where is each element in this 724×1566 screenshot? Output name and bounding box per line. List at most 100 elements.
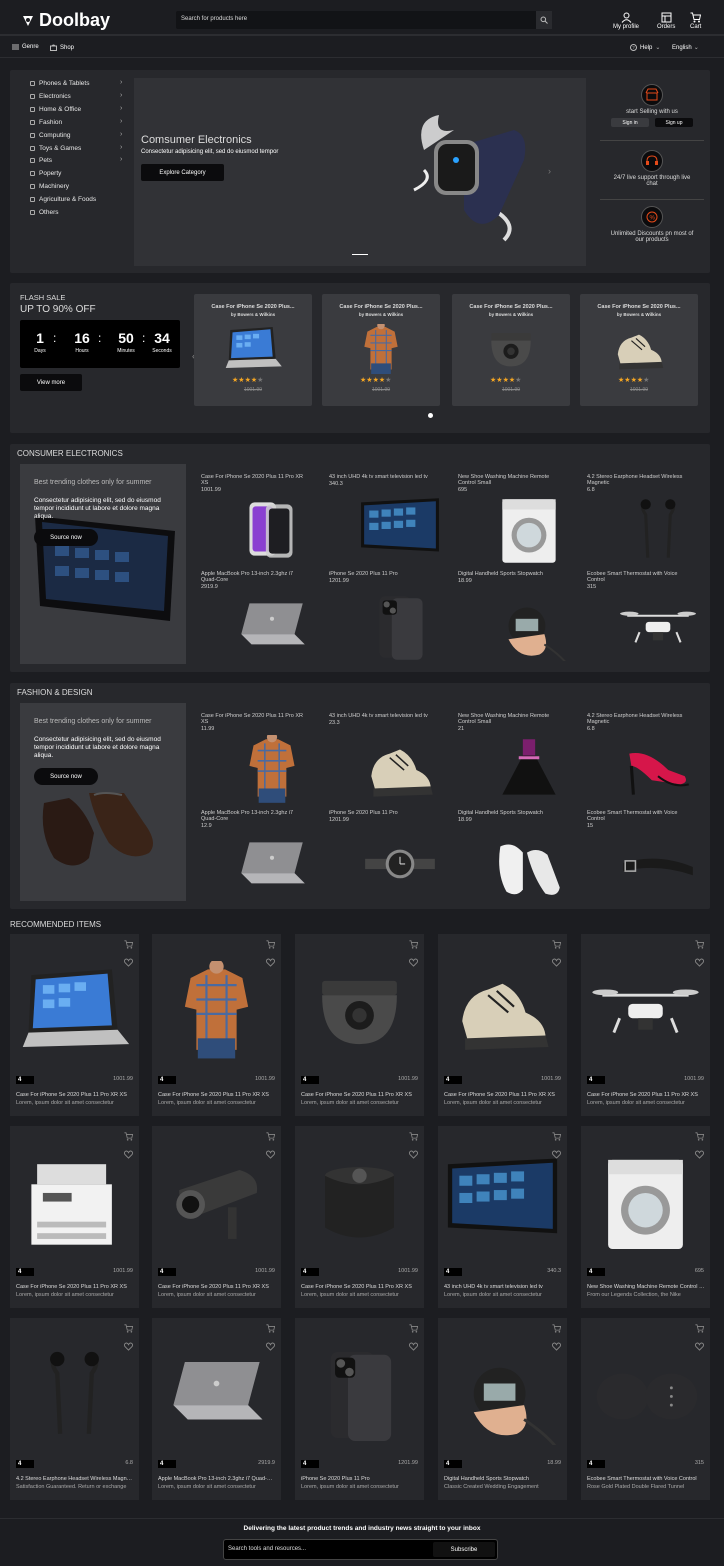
recommended-card[interactable]: 4 18.99 Digital Handheld Sports Stopwatch C…: [438, 1318, 567, 1500]
product-price: 1001.99: [255, 1268, 275, 1274]
search-input[interactable]: Search for products here: [176, 11, 552, 29]
product-tile[interactable]: 43 inch UHD 4k tv smart television led t…: [329, 474, 451, 564]
flash-card-title: Case For iPhone Se 2020 Plus...: [211, 304, 295, 310]
product-tile[interactable]: Case For iPhone Se 2020 Plus 11 Pro XR X…: [201, 713, 323, 803]
recommended-card[interactable]: 4 1001.99 Case For iPhone Se 2020 Plus 11 …: [10, 934, 139, 1116]
carousel-dot[interactable]: [428, 413, 433, 418]
add-to-cart-button[interactable]: [409, 1132, 418, 1141]
flash-product-card[interactable]: Case For iPhone Se 2020 Plus... by Bowers…: [194, 294, 312, 406]
product-tile[interactable]: Case For iPhone Se 2020 Plus 11 Pro XR X…: [201, 474, 323, 564]
category-item[interactable]: Electronics: [30, 93, 71, 100]
product-tile[interactable]: New Shoe Washing Machine Remote Control …: [458, 474, 580, 564]
product-tile[interactable]: iPhone Se 2020 Plus 11 Pro 1201.99: [329, 571, 451, 661]
category-label: Fashion: [39, 118, 63, 126]
add-to-cart-button[interactable]: [124, 1132, 133, 1141]
recommended-card[interactable]: 4 1001.99 Case For iPhone Se 2020 Plus 11 …: [152, 934, 281, 1116]
recommended-card[interactable]: 4 1001.99 Case For iPhone Se 2020 Plus 11 …: [10, 1126, 139, 1308]
category-item[interactable]: Agriculture & Foods: [30, 196, 96, 203]
sign-in-button[interactable]: Sign in: [611, 118, 649, 127]
product-tile[interactable]: 43 inch UHD 4k tv smart television led t…: [329, 713, 451, 803]
add-to-cart-button[interactable]: [695, 1132, 704, 1141]
logo[interactable]: Doolbay: [20, 10, 110, 31]
add-to-cart-button[interactable]: [695, 1324, 704, 1333]
countdown-minutes-label: Minutes: [117, 348, 135, 354]
category-item[interactable]: Fashion: [30, 119, 62, 126]
recommended-card[interactable]: 4 1001.99 Case For iPhone Se 2020 Plus 11 …: [152, 1126, 281, 1308]
product-title: Ecobee Smart Thermostat with Voice Contr…: [587, 571, 678, 583]
add-to-cart-button[interactable]: [552, 1132, 561, 1141]
category-item[interactable]: Phones & Tablets: [30, 80, 89, 87]
category-item[interactable]: Toys & Games: [30, 145, 81, 152]
add-to-cart-button[interactable]: [552, 940, 561, 949]
source-now-button[interactable]: Source now: [34, 529, 98, 546]
product-name: Case For iPhone Se 2020 Plus 11 Pro XR X…: [587, 1092, 698, 1098]
category-item[interactable]: Others: [30, 209, 59, 216]
cart-icon: [695, 1132, 704, 1141]
promo-card: Best trending clothes only for summer Co…: [20, 703, 186, 901]
orders-button[interactable]: Orders: [657, 12, 675, 30]
shop-menu[interactable]: Shop: [50, 44, 74, 51]
discount-icon: %: [641, 206, 663, 228]
slide-indicator[interactable]: [352, 254, 368, 255]
newsletter-email-input[interactable]: Search tools and resources...: [228, 1546, 306, 1552]
add-to-cart-button[interactable]: [409, 940, 418, 949]
product-description: Lorem, ipsum dolor sit amet consectetur: [16, 1100, 114, 1106]
recommended-card[interactable]: 4 2919.9 Apple MacBook Pro 13-inch 2.3ghz …: [152, 1318, 281, 1500]
add-to-cart-button[interactable]: [266, 940, 275, 949]
product-description: From our Legends Collection, the Nike: [587, 1292, 681, 1298]
add-to-cart-button[interactable]: [552, 1324, 561, 1333]
product-tile[interactable]: Ecobee Smart Thermostat with Voice Contr…: [587, 571, 709, 661]
product-tile[interactable]: Apple MacBook Pro 13-inch 2.3ghz i7 Quad…: [201, 810, 323, 900]
add-to-cart-button[interactable]: [695, 940, 704, 949]
newsletter-footer: Delivering the latest product trends and…: [0, 1518, 724, 1566]
explore-category-button[interactable]: Explore Category: [141, 164, 224, 181]
top-header: Doolbay Search for products here My prof…: [0, 0, 724, 36]
product-tile[interactable]: Digital Handheld Sports Stopwatch 18.99: [458, 571, 580, 661]
category-item[interactable]: Machinery: [30, 183, 69, 190]
recommended-card[interactable]: 4 6.8 4.2 Stereo Earphone Headset Wireless…: [10, 1318, 139, 1500]
sign-up-button[interactable]: Sign up: [655, 118, 693, 127]
category-item[interactable]: Computing: [30, 132, 70, 139]
view-more-button[interactable]: View more: [20, 374, 82, 391]
laptop-icon: [241, 603, 305, 645]
divider: [600, 199, 704, 200]
product-tile[interactable]: Digital Handheld Sports Stopwatch 18.99: [458, 810, 580, 900]
category-item[interactable]: Home & Office: [30, 106, 81, 113]
recommended-card[interactable]: 4 1001.99 Case For iPhone Se 2020 Plus 11 …: [581, 934, 710, 1116]
add-to-cart-button[interactable]: [124, 1324, 133, 1333]
add-to-cart-button[interactable]: [266, 1132, 275, 1141]
genre-menu[interactable]: Genre: [12, 44, 39, 50]
product-description: Lorem, ipsum dolor sit amet consectetur: [444, 1100, 542, 1106]
category-item[interactable]: Poperty: [30, 170, 61, 177]
source-now-button[interactable]: Source now: [34, 768, 98, 785]
add-to-cart-button[interactable]: [409, 1324, 418, 1333]
product-tile[interactable]: Ecobee Smart Thermostat with Voice Contr…: [587, 810, 709, 900]
next-slide-icon[interactable]: ›: [548, 166, 551, 176]
product-tile[interactable]: 4.2 Stereo Earphone Headset Wireless Mag…: [587, 713, 709, 803]
recommended-card[interactable]: 4 315 Ecobee Smart Thermostat with Voice C…: [581, 1318, 710, 1500]
my-profile-button[interactable]: My profile: [613, 12, 639, 30]
recommended-card[interactable]: 4 1201.99 iPhone Se 2020 Plus 11 Pro Lorem,…: [295, 1318, 424, 1500]
category-item[interactable]: Pets: [30, 157, 52, 164]
recommended-card[interactable]: 4 340.3 43 inch UHD 4k tv smart television…: [438, 1126, 567, 1308]
cart-button[interactable]: Cart: [690, 12, 701, 30]
language-select[interactable]: English ⌄: [672, 44, 699, 52]
search-button[interactable]: [536, 11, 552, 29]
product-tile[interactable]: iPhone Se 2020 Plus 11 Pro 1201.99: [329, 810, 451, 900]
flash-product-card[interactable]: Case For iPhone Se 2020 Plus... by Bowers…: [452, 294, 570, 406]
product-tile[interactable]: 4.2 Stereo Earphone Headset Wireless Mag…: [587, 474, 709, 564]
recommended-card[interactable]: 4 695 New Shoe Washing Machine Remote Cont…: [581, 1126, 710, 1308]
category-icon: [30, 81, 35, 86]
subscribe-button[interactable]: Subscribe: [433, 1542, 495, 1557]
chevron-right-icon: ›: [120, 156, 123, 164]
product-tile[interactable]: Apple MacBook Pro 13-inch 2.3ghz i7 Quad…: [201, 571, 323, 661]
recommended-card[interactable]: 4 1001.99 Case For iPhone Se 2020 Plus 11 …: [295, 1126, 424, 1308]
flash-product-card[interactable]: Case For iPhone Se 2020 Plus... by Bowers…: [580, 294, 698, 406]
help-menu[interactable]: ? Help ⌄: [630, 44, 660, 51]
flash-product-card[interactable]: Case For iPhone Se 2020 Plus... by Bowers…: [322, 294, 440, 406]
add-to-cart-button[interactable]: [124, 940, 133, 949]
recommended-card[interactable]: 4 1001.99 Case For iPhone Se 2020 Plus 11 …: [438, 934, 567, 1116]
product-tile[interactable]: New Shoe Washing Machine Remote Control …: [458, 713, 580, 803]
add-to-cart-button[interactable]: [266, 1324, 275, 1333]
recommended-card[interactable]: 4 1001.99 Case For iPhone Se 2020 Plus 11 …: [295, 934, 424, 1116]
